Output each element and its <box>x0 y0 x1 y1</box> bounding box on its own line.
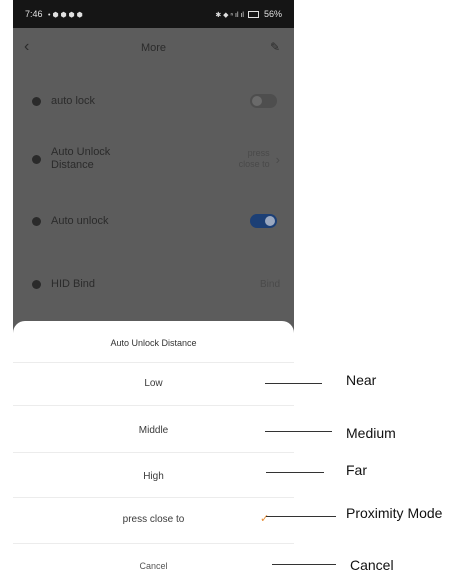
status-bar: 7:46 • ⬢ ⬢ ⬢ ⬢ ✱ ◆ ⁿ ıl ıl 56% <box>13 0 294 28</box>
signal-icons: ✱ ◆ ⁿ ıl ıl <box>215 12 244 19</box>
toggle-knob <box>265 216 275 226</box>
battery-percent: 56% <box>263 9 282 19</box>
annotation-line <box>265 431 332 432</box>
status-notification-icons: • ⬢ ⬢ ⬢ ⬢ <box>48 12 83 19</box>
annotation-line <box>266 472 324 473</box>
auto-lock-toggle[interactable] <box>250 94 277 108</box>
status-right: ✱ ◆ ⁿ ıl ıl 56% <box>215 9 282 19</box>
label-line-1: Auto Unlock <box>51 146 111 158</box>
gear-icon <box>32 279 41 289</box>
auto-unlock-toggle[interactable] <box>250 214 277 228</box>
annotation-cancel: Cancel <box>350 557 394 573</box>
value-line-1: press <box>247 148 270 158</box>
option-press-close-to[interactable]: press close to <box>13 510 294 530</box>
divider <box>13 405 294 406</box>
divider <box>13 362 294 363</box>
option-high[interactable]: High <box>13 467 294 487</box>
option-middle[interactable]: Middle <box>13 421 294 441</box>
setting-hid-bind[interactable]: HID Bind Bind <box>13 273 294 295</box>
setting-label: Auto Unlock Distance <box>51 146 239 172</box>
setting-auto-lock[interactable]: auto lock <box>13 90 294 112</box>
divider <box>13 452 294 453</box>
setting-auto-unlock-distance[interactable]: Auto Unlock Distance press close to › <box>13 144 294 174</box>
chevron-left-icon[interactable]: ‹ <box>24 38 29 56</box>
bind-value[interactable]: Bind <box>260 279 280 290</box>
setting-auto-unlock[interactable]: Auto unlock <box>13 210 294 232</box>
settings-screen: ‹ More ✎ auto lock Auto Unlock Distance … <box>13 28 294 339</box>
cancel-button[interactable]: Cancel <box>13 556 294 576</box>
nav-bar: ‹ More ✎ <box>13 28 294 68</box>
gear-icon <box>32 96 41 106</box>
divider <box>13 543 294 544</box>
edit-icon[interactable]: ✎ <box>270 40 280 54</box>
toggle-knob <box>252 96 262 106</box>
option-low[interactable]: Low <box>13 374 294 394</box>
checkmark-icon: ✓ <box>260 513 270 525</box>
setting-label: Auto unlock <box>51 214 109 227</box>
gear-icon <box>32 216 41 226</box>
annotation-proximity-mode: Proximity Mode <box>346 505 443 521</box>
divider <box>13 497 294 498</box>
chevron-right-icon: › <box>275 151 280 167</box>
annotation-line <box>266 516 336 517</box>
status-left: 7:46 • ⬢ ⬢ ⬢ ⬢ <box>25 9 83 19</box>
setting-value: press close to <box>239 148 270 170</box>
phone-screen: 7:46 • ⬢ ⬢ ⬢ ⬢ ✱ ◆ ⁿ ıl ıl 56% ‹ More ✎ … <box>13 0 294 579</box>
gear-icon <box>32 154 41 164</box>
label-line-2: Distance <box>51 159 94 171</box>
distance-bottom-sheet <box>13 321 294 579</box>
annotation-line <box>265 383 322 384</box>
annotation-far: Far <box>346 462 367 478</box>
setting-label: auto lock <box>51 94 96 107</box>
battery-icon <box>248 11 260 19</box>
annotation-line <box>272 564 336 565</box>
sheet-title: Auto Unlock Distance <box>110 338 197 348</box>
page-title: More <box>140 42 167 54</box>
status-time: 7:46 <box>25 9 43 19</box>
value-line-2: close to <box>238 159 270 169</box>
annotation-medium: Medium <box>346 425 396 441</box>
annotation-near: Near <box>346 372 377 388</box>
setting-label: HID Bind <box>51 277 96 290</box>
